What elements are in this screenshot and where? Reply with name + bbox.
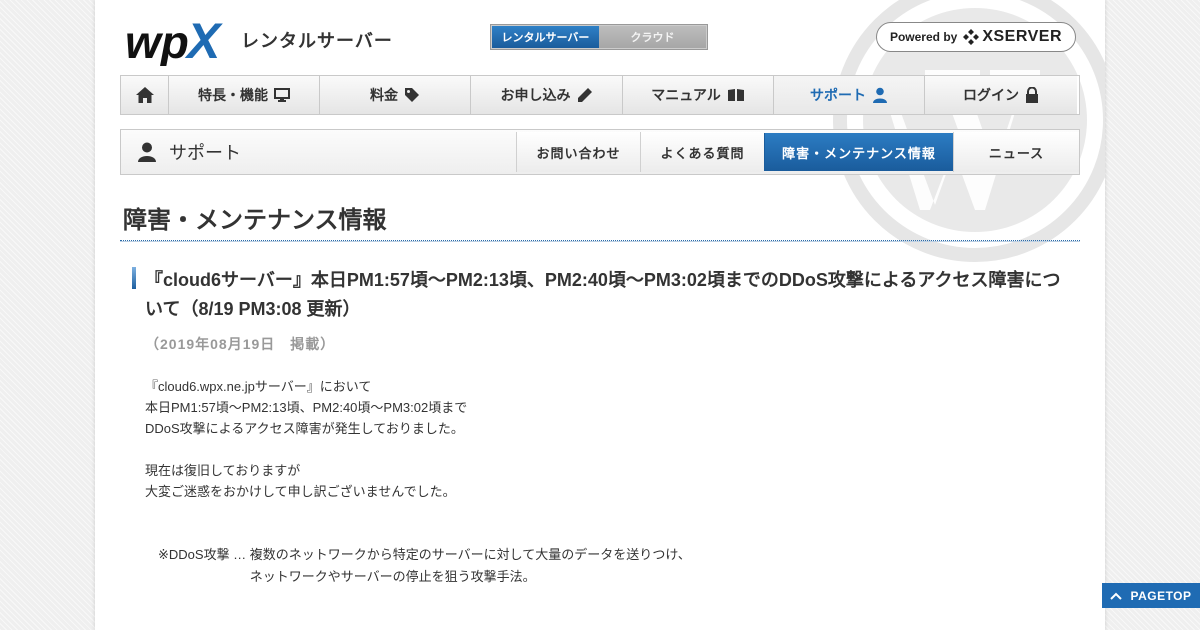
- body-line: 本日PM1:57頃～PM2:13頃、PM2:40頃～PM3:02頃まで: [145, 400, 468, 415]
- body-line: 大変ご迷惑をおかけして申し訳ございませんでした。: [145, 484, 456, 499]
- powered-by-xserver-link[interactable]: Powered by XSERVER: [876, 22, 1076, 52]
- pagetop-button[interactable]: PAGETOP: [1102, 583, 1200, 608]
- nav-features-label: 特長・機能: [198, 87, 268, 103]
- user-icon: [873, 87, 887, 103]
- post-body: 『cloud6.wpx.ne.jpサーバー』において 本日PM1:57頃～PM2…: [145, 376, 467, 502]
- nav-pricing-label: 料金: [370, 87, 398, 103]
- nav-support-label: サポート: [810, 87, 866, 103]
- user-icon: [138, 142, 156, 162]
- subnav-title-label: サポート: [169, 143, 241, 163]
- nav-support[interactable]: サポート: [774, 76, 925, 114]
- pagetop-label: PAGETOP: [1130, 588, 1192, 603]
- subnav-news[interactable]: ニュース: [953, 132, 1079, 172]
- note-line: ネットワークやサーバーの停止を狙う攻撃手法。: [249, 569, 536, 584]
- subnav-title: サポート: [121, 130, 516, 174]
- logo-subtitle: レンタルサーバー: [241, 31, 393, 51]
- subnav-faq[interactable]: よくある質問: [640, 132, 764, 172]
- note-term: ※DDoS攻撃 …: [158, 547, 250, 562]
- xserver-logo-icon: [963, 29, 980, 45]
- home-icon: [135, 87, 154, 103]
- book-icon: [727, 89, 744, 101]
- nav-login[interactable]: ログイン: [925, 76, 1077, 114]
- nav-login-label: ログイン: [963, 87, 1019, 103]
- service-switch: レンタルサーバー クラウド: [490, 24, 708, 50]
- xserver-name: XSERVER: [982, 28, 1063, 45]
- subnav-contact[interactable]: お問い合わせ: [516, 132, 640, 172]
- lock-icon: [1026, 87, 1038, 103]
- switch-tab-cloud[interactable]: クラウド: [599, 26, 706, 48]
- nav-pricing[interactable]: 料金: [320, 76, 471, 114]
- svg-text:wp: wp: [125, 16, 189, 66]
- post-title-marker: [132, 267, 136, 289]
- switch-tab-rental-server[interactable]: レンタルサーバー: [492, 26, 599, 48]
- monitor-icon: [274, 88, 290, 102]
- nav-apply-label: お申し込み: [500, 87, 571, 103]
- body-line: 『cloud6.wpx.ne.jpサーバー』において: [145, 379, 372, 394]
- global-nav: 特長・機能 料金 お申し込み マニュアル サポート ログイン: [120, 75, 1080, 115]
- page-title: 障害・メンテナンス情報: [123, 207, 387, 234]
- note-line: 複数のネットワークから特定のサーバーに対して大量のデータを送りつけ、: [249, 547, 691, 562]
- ddos-note: ※DDoS攻撃 … 複数のネットワークから特定のサーバーに対して大量のデータを送…: [158, 544, 691, 588]
- nav-home[interactable]: [121, 76, 169, 114]
- nav-features[interactable]: 特長・機能: [169, 76, 320, 114]
- subnav-maintenance[interactable]: 障害・メンテナンス情報: [764, 133, 953, 171]
- body-line: DDoS攻撃によるアクセス障害が発生しておりました。: [145, 421, 464, 436]
- nav-manual-label: マニュアル: [651, 87, 721, 103]
- chevron-up-icon: [1110, 592, 1123, 600]
- nav-manual[interactable]: マニュアル: [623, 76, 774, 114]
- post-date: （2019年08月19日 掲載）: [145, 336, 336, 352]
- pencil-icon: [577, 88, 592, 102]
- site-logo[interactable]: wp X レンタルサーバー: [125, 14, 393, 66]
- wpx-logo-icon: wp X: [125, 14, 223, 66]
- nav-apply[interactable]: お申し込み: [471, 76, 623, 114]
- body-line: 現在は復旧しておりますが: [145, 463, 301, 478]
- title-divider: [120, 240, 1080, 242]
- note-description: 複数のネットワークから特定のサーバーに対して大量のデータを送りつけ、 ネットワー…: [250, 544, 691, 588]
- page-container: wp X レンタルサーバー レンタルサーバー クラウド Powered by X…: [95, 0, 1105, 630]
- tag-icon: [405, 88, 419, 102]
- powered-by-label: Powered by: [889, 30, 958, 44]
- svg-text:X: X: [184, 14, 223, 66]
- post-title: 『cloud6サーバー』本日PM1:57頃～PM2:13頃、PM2:40頃～PM…: [145, 270, 1061, 319]
- support-subnav: サポート お問い合わせ よくある質問 障害・メンテナンス情報 ニュース: [120, 129, 1080, 175]
